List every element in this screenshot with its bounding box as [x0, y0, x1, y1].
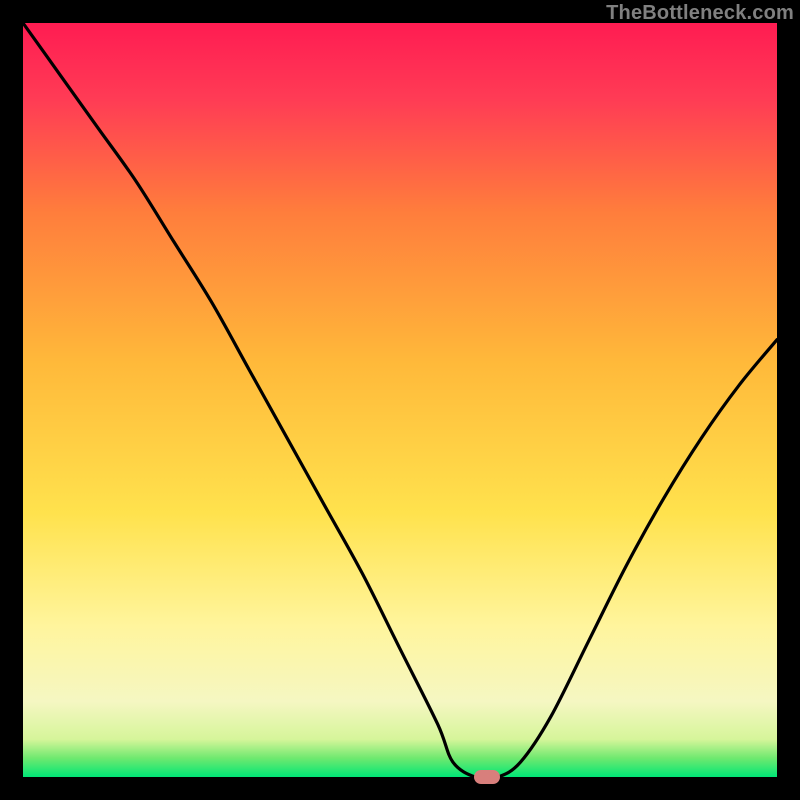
minimum-marker	[474, 770, 500, 784]
chart-frame: TheBottleneck.com	[0, 0, 800, 800]
plot-area	[23, 23, 777, 777]
watermark-text: TheBottleneck.com	[606, 2, 794, 25]
bottleneck-curve	[23, 23, 777, 777]
